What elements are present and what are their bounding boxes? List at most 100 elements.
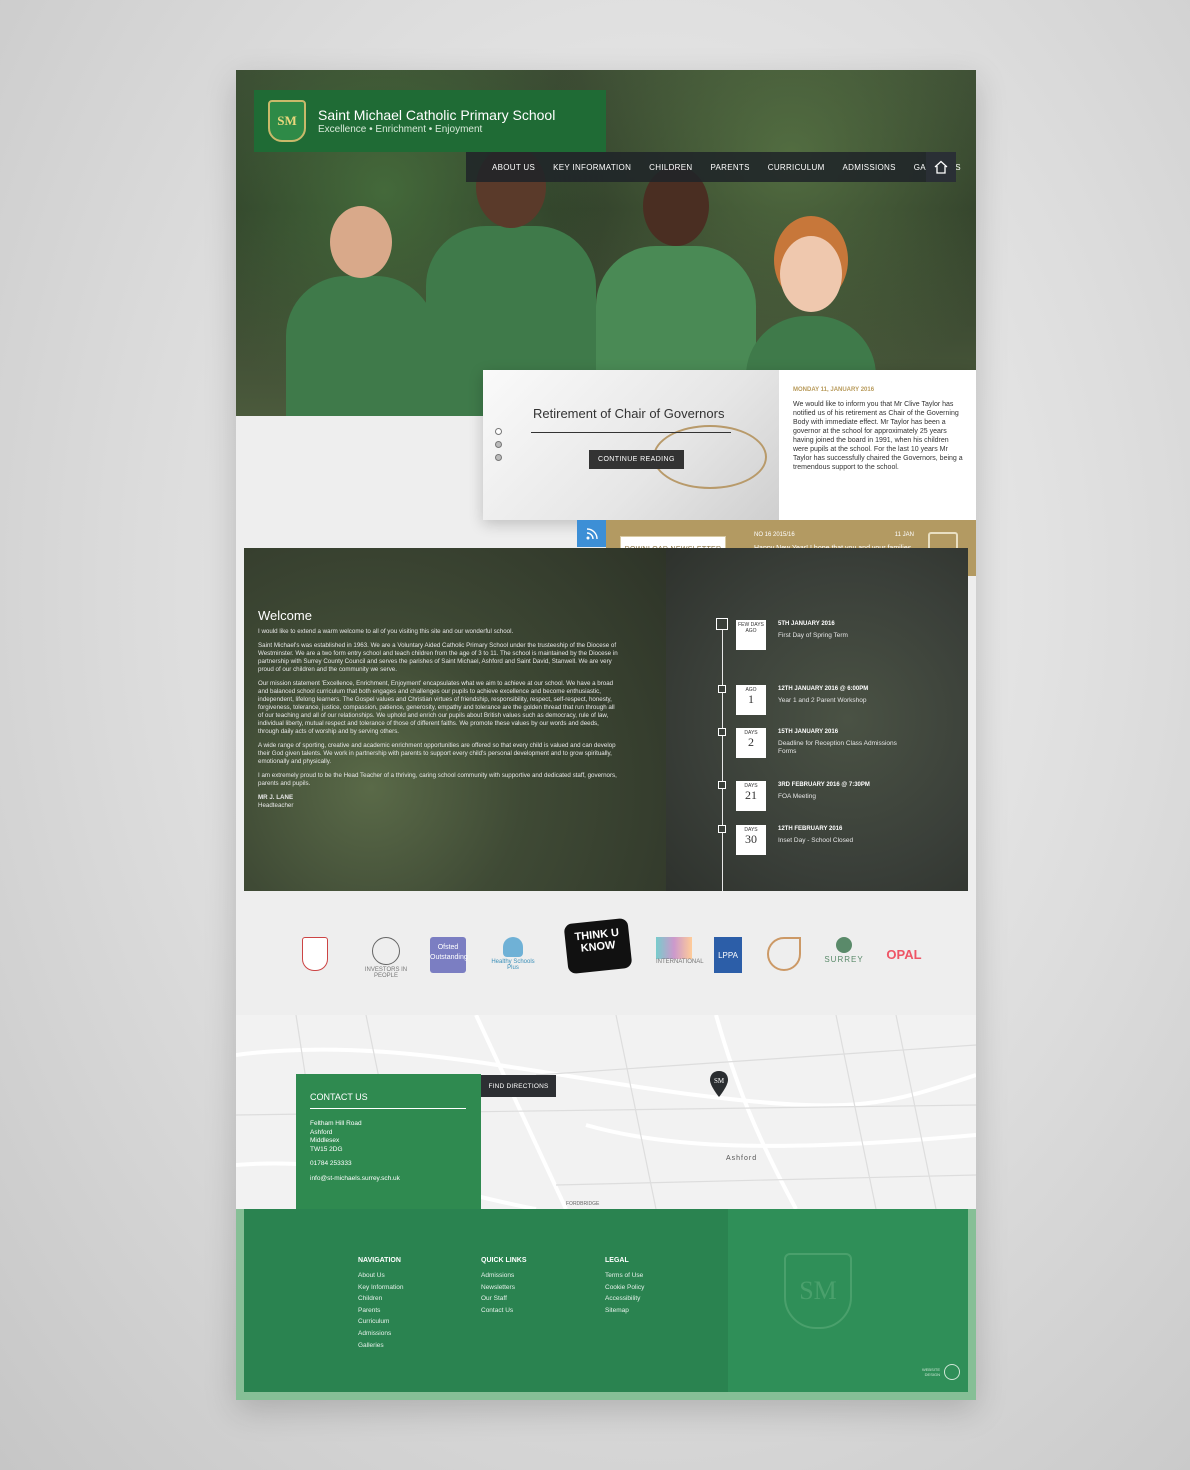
newsletter-issue: NO 16 2015/16 xyxy=(754,532,795,538)
footer-link[interactable]: Accessibility xyxy=(605,1293,644,1305)
ofsted-logo[interactable]: Ofsted Outstanding xyxy=(430,937,468,973)
badge-number: 1 xyxy=(748,692,754,706)
event-title: FOA Meeting xyxy=(778,793,816,800)
opal-logo[interactable]: OPAL xyxy=(886,937,922,973)
footer-link[interactable]: Cookie Policy xyxy=(605,1282,644,1294)
footer-link[interactable]: Curriculum xyxy=(358,1316,404,1328)
timeline-node xyxy=(718,825,726,833)
footer-links-area: NAVIGATION About Us Key Information Chil… xyxy=(244,1209,728,1392)
newsletter-meta: NO 16 2015/16 11 JAN xyxy=(754,532,914,538)
find-directions-button[interactable]: FIND DIRECTIONS xyxy=(481,1075,556,1097)
contact-divider xyxy=(310,1108,466,1109)
designer-credit[interactable]: WEBSITE DESIGN xyxy=(918,1364,960,1380)
slider-dot[interactable] xyxy=(495,428,502,435)
footer-link[interactable]: Sitemap xyxy=(605,1305,644,1317)
site-footer: NAVIGATION About Us Key Information Chil… xyxy=(236,1209,976,1400)
news-title-divider xyxy=(531,432,731,433)
news-body: We would like to inform you that Mr Cliv… xyxy=(793,401,963,471)
nav-parents[interactable]: PARENTS xyxy=(710,163,749,172)
map-pin-icon[interactable]: SM xyxy=(710,1071,728,1097)
footer-link[interactable]: Parents xyxy=(358,1305,404,1317)
accreditation-logos: INVESTORS IN PEOPLE Ofsted Outstanding H… xyxy=(236,891,976,1015)
newsletter-date: 11 JAN xyxy=(894,532,914,538)
news-summary: MONDAY 11, JANUARY 2016 We would like to… xyxy=(793,386,963,472)
footer-heading: QUICK LINKS xyxy=(481,1257,527,1264)
slider-dot[interactable] xyxy=(495,454,502,461)
slider-dot[interactable] xyxy=(495,441,502,448)
school-name: Saint Michael Catholic Primary School xyxy=(318,107,556,123)
nav-curriculum[interactable]: CURRICULUM xyxy=(768,163,825,172)
badge-number: 2 xyxy=(748,735,754,749)
nav-children[interactable]: CHILDREN xyxy=(649,163,692,172)
international-school-logo[interactable]: INTERNATIONAL xyxy=(656,937,704,973)
address-line: Middlesex xyxy=(310,1137,340,1144)
footer-crest-icon: SM xyxy=(784,1253,852,1329)
nav-about-us[interactable]: ABOUT US xyxy=(492,163,535,172)
timeline-node xyxy=(718,781,726,789)
footer-link[interactable]: Admissions xyxy=(358,1328,404,1340)
event-date: 15TH JANUARY 2016 xyxy=(778,729,839,735)
events-timeline: FEW DAYS AGO 5TH JANUARY 2016 First Day o… xyxy=(666,548,968,892)
nav-key-information[interactable]: KEY INFORMATION xyxy=(553,163,631,172)
welcome-paragraph: Saint Michael's was established in 1963.… xyxy=(258,642,618,673)
footer-link[interactable]: Children xyxy=(358,1293,404,1305)
contact-panel: CONTACT US Feltham Hill Road Ashford Mid… xyxy=(296,1074,481,1209)
event-date: 12TH FEBRUARY 2016 xyxy=(778,826,843,832)
footer-link[interactable]: Newsletters xyxy=(481,1282,527,1294)
footer-link[interactable]: About Us xyxy=(358,1270,404,1282)
logo-label: THINK U KNOW xyxy=(563,917,633,975)
headteacher-name: MR J. LANE xyxy=(258,794,294,801)
continue-reading-button[interactable]: CONTINUE READING xyxy=(589,450,684,469)
footer-link[interactable]: Contact Us xyxy=(481,1305,527,1317)
rss-button[interactable] xyxy=(577,520,606,547)
badge-number: 30 xyxy=(745,832,757,846)
school-logo-bar[interactable]: SM Saint Michael Catholic Primary School… xyxy=(254,90,606,152)
address-line: TW15 2DG xyxy=(310,1145,343,1153)
address-line: Ashford xyxy=(310,1128,333,1136)
footer-link[interactable]: Our Staff xyxy=(481,1293,527,1305)
logo-label: INVESTORS IN PEOPLE xyxy=(364,967,408,979)
address-line: Feltham Hill Road xyxy=(310,1120,362,1127)
healthy-schools-logo[interactable]: Healthy Schools Plus xyxy=(490,937,536,973)
lppa-logo[interactable]: LPPA xyxy=(714,937,744,973)
logo-label: INTERNATIONAL xyxy=(656,959,704,965)
event-badge: DAYS 2 xyxy=(736,728,766,758)
nav-admissions[interactable]: ADMISSIONS xyxy=(843,163,896,172)
footer-legal: LEGAL Terms of Use Cookie Policy Accessi… xyxy=(605,1257,644,1316)
footer-link[interactable]: Terms of Use xyxy=(605,1270,644,1282)
event-date: 3RD FEBRUARY 2016 @ 7:30PM xyxy=(778,782,870,788)
diocese-logo[interactable] xyxy=(300,937,330,973)
news-title[interactable]: Retirement of Chair of Governors xyxy=(533,406,724,421)
welcome-paragraph: I am extremely proud to be the Head Teac… xyxy=(258,772,617,787)
logo-label: SURREY xyxy=(824,955,864,964)
footer-link[interactable]: Admissions xyxy=(481,1270,527,1282)
email-link[interactable]: info@st-michaels.surrey.sch.uk xyxy=(310,1175,400,1184)
event-title: Inset Day - School Closed xyxy=(778,837,854,844)
phone-number[interactable]: 01784 253333 xyxy=(310,1160,400,1169)
event-badge: DAYS 30 xyxy=(736,825,766,855)
welcome-paragraph: A wide range of sporting, creative and a… xyxy=(258,742,616,765)
footer-link[interactable]: Galleries xyxy=(358,1340,404,1352)
contact-title: CONTACT US xyxy=(310,1092,368,1102)
contact-details: Feltham Hill Road Ashford Middlesex TW15… xyxy=(310,1120,400,1183)
event-title: First Day of Spring Term xyxy=(778,632,848,639)
hero-banner: SM Saint Michael Catholic Primary School… xyxy=(236,70,976,416)
welcome-paragraph: Our mission statement 'Excellence, Enric… xyxy=(258,680,615,735)
credit-label: WEBSITE DESIGN xyxy=(921,1367,940,1377)
artsmark-logo[interactable] xyxy=(766,937,802,973)
thinkuknow-logo[interactable]: THINK U KNOW xyxy=(562,917,634,977)
welcome-paragraph: I would like to extend a warm welcome to… xyxy=(258,628,514,635)
event-date: 12TH JANUARY 2016 @ 6:00PM xyxy=(778,686,869,692)
logo-label: LPPA xyxy=(714,937,742,973)
home-button[interactable] xyxy=(926,152,956,182)
footer-heading: NAVIGATION xyxy=(358,1257,401,1264)
event-date: 5TH JANUARY 2016 xyxy=(778,621,835,627)
news-date: MONDAY 11, JANUARY 2016 xyxy=(793,387,875,393)
location-map[interactable]: CONTACT US Feltham Hill Road Ashford Mid… xyxy=(236,1015,976,1209)
timeline-node xyxy=(718,728,726,736)
event-badge: DAYS 21 xyxy=(736,781,766,811)
surrey-logo[interactable]: SURREY xyxy=(822,937,866,973)
footer-link[interactable]: Key Information xyxy=(358,1282,404,1294)
logo-label: Ofsted Outstanding xyxy=(430,937,468,973)
investors-logo[interactable]: INVESTORS IN PEOPLE xyxy=(362,937,410,979)
